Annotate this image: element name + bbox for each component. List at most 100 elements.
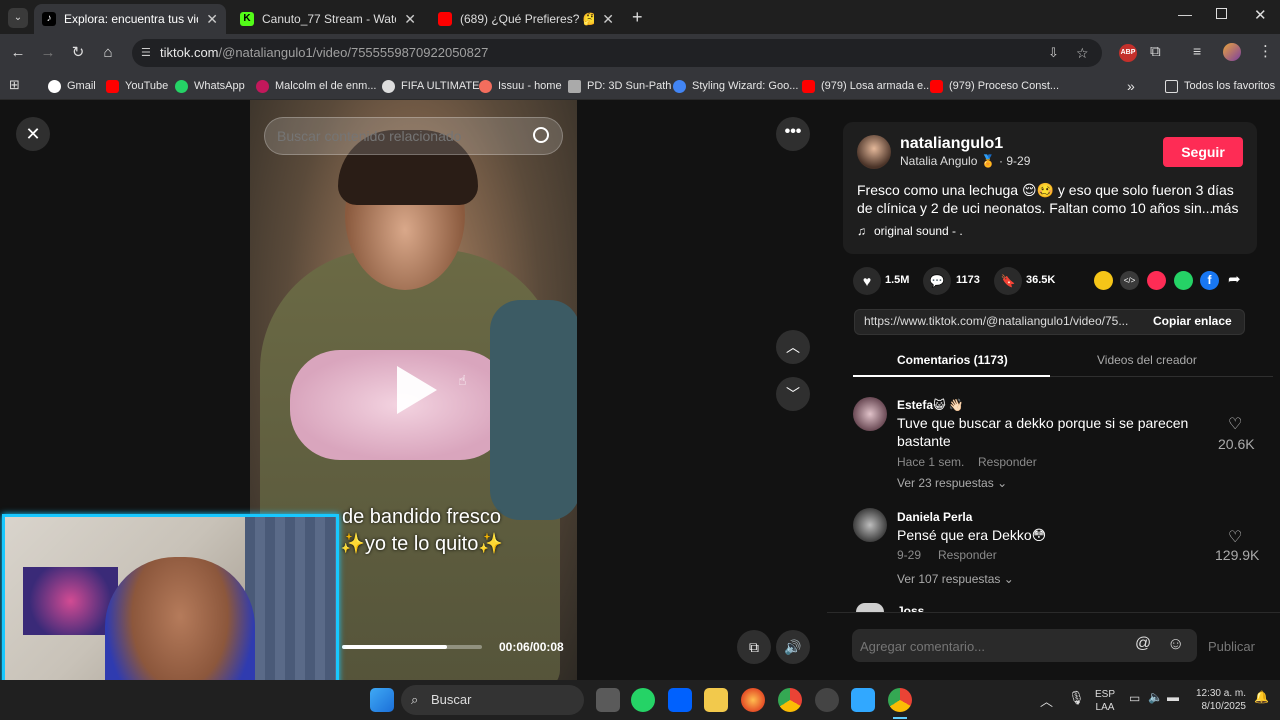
chrome-active-icon[interactable] <box>888 688 912 712</box>
comment-avatar[interactable] <box>853 508 887 542</box>
bookmark-malcolm[interactable]: Malcolm el de enm... <box>256 77 376 95</box>
search-icon[interactable] <box>533 127 549 143</box>
file-explorer-icon[interactable] <box>704 688 728 712</box>
firefox-icon[interactable] <box>741 688 765 712</box>
all-favorites[interactable]: Todos los favoritos <box>1165 77 1275 95</box>
reply-button[interactable]: Responder <box>938 548 997 562</box>
progress-track[interactable] <box>342 645 482 649</box>
bookmark-fifa[interactable]: FIFA ULTIMATE <box>382 77 479 95</box>
more-link[interactable]: más <box>1212 200 1238 216</box>
comment-like-icon[interactable]: ♡ <box>1228 527 1242 547</box>
bookmark-whatsapp[interactable]: WhatsApp <box>175 77 245 95</box>
next-video-button[interactable]: ﹀ <box>776 377 810 411</box>
media-icon[interactable]: ≡ <box>1193 43 1201 59</box>
notification-icon[interactable]: 🔔 <box>1254 690 1269 704</box>
reload-button[interactable]: ↻ <box>68 43 88 63</box>
comment-input[interactable] <box>860 636 1120 656</box>
whatsapp-app-icon[interactable] <box>631 688 655 712</box>
bookmark-youtube[interactable]: YouTube <box>106 77 168 95</box>
emoji-icon[interactable]: ☺ <box>1167 634 1184 654</box>
author-handle[interactable]: nataliangulo1 <box>900 135 1003 153</box>
pip-button[interactable]: ⧉ <box>737 630 771 664</box>
close-icon[interactable]: ✕ <box>404 11 416 28</box>
install-icon[interactable]: ⇩ <box>1048 39 1059 67</box>
chrome-icon[interactable] <box>778 688 802 712</box>
avatar[interactable] <box>857 135 891 169</box>
follow-button[interactable]: Seguir <box>1163 137 1243 167</box>
network-icon[interactable]: ▭ <box>1129 691 1140 705</box>
share-icon[interactable]: ➦ <box>1228 270 1241 288</box>
comment-button[interactable]: 💬 <box>923 267 951 295</box>
close-video-button[interactable]: ✕ <box>16 117 50 151</box>
comment-input-box[interactable]: @ ☺ <box>852 629 1197 662</box>
like-button[interactable]: ♥ <box>853 267 881 295</box>
tab-creator-videos[interactable]: Videos del creador <box>1097 353 1197 367</box>
tab-tiktok[interactable]: ♪ Explora: encuentra tus videos fa ✕ <box>34 4 226 34</box>
bookmark-issuu[interactable]: Issuu - home <box>479 77 562 95</box>
tab-youtube[interactable]: (689) ¿Qué Prefieres? 🤔👀 Sit ✕ <box>430 4 622 34</box>
comment-author[interactable]: Estefa😺 👋🏻 <box>897 398 964 412</box>
search-input[interactable] <box>277 126 517 146</box>
comment-author[interactable]: Joss <box>897 604 924 612</box>
clock[interactable]: 12:30 a. m. 8/10/2025 <box>1192 687 1246 713</box>
comment-author[interactable]: Daniela Perla <box>897 510 972 524</box>
back-button[interactable]: ← <box>8 43 28 63</box>
tab-comments[interactable]: Comentarios (1173) <box>897 353 1008 367</box>
bookmark-proceso[interactable]: (979) Proceso Const... <box>930 77 1059 95</box>
apps-icon[interactable]: ⊞ <box>9 77 20 93</box>
volume-button[interactable]: 🔊 <box>776 630 810 664</box>
prev-video-button[interactable]: ︿ <box>776 330 810 364</box>
task-view-icon[interactable] <box>596 688 620 712</box>
new-tab-button[interactable]: + <box>632 7 643 28</box>
close-window-button[interactable]: ✕ <box>1254 6 1267 24</box>
forward-button[interactable]: → <box>38 43 58 63</box>
profile-avatar[interactable] <box>1223 43 1241 61</box>
close-icon[interactable]: ✕ <box>602 11 614 28</box>
embed-icon[interactable]: </> <box>1120 271 1139 290</box>
whatsapp-share-icon[interactable] <box>1174 271 1193 290</box>
restore-button[interactable] <box>1216 8 1227 19</box>
language-indicator[interactable]: ESP LAA <box>1095 688 1115 714</box>
battery-icon[interactable]: ▬ <box>1167 690 1179 704</box>
coin-icon[interactable] <box>1094 271 1113 290</box>
view-replies[interactable]: Ver 23 respuestas ⌄ <box>897 476 1007 490</box>
tab-kick[interactable]: K Canuto_77 Stream - Watch Live ✕ <box>232 4 424 34</box>
comment-like-icon[interactable]: ♡ <box>1228 414 1242 434</box>
bookmark-button[interactable]: 🔖 <box>994 267 1022 295</box>
adblock-icon[interactable]: ABP <box>1119 44 1137 62</box>
reply-button[interactable]: Responder <box>978 455 1037 469</box>
send-icon[interactable] <box>1147 271 1166 290</box>
comment-avatar[interactable] <box>856 603 884 612</box>
photoshop-icon[interactable] <box>851 688 875 712</box>
mention-icon[interactable]: @ <box>1135 635 1151 653</box>
tab-search-button[interactable]: ⌄ <box>8 8 28 28</box>
volume-icon[interactable]: 🔈 <box>1148 690 1163 704</box>
bookmark-styling-wizard[interactable]: Styling Wizard: Goo... <box>673 77 798 95</box>
site-info-icon[interactable]: ☰ <box>141 39 151 67</box>
minimize-button[interactable]: — <box>1178 6 1192 22</box>
close-icon[interactable]: ✕ <box>206 11 218 28</box>
star-icon[interactable]: ☆ <box>1076 39 1089 67</box>
bookmark-gmail[interactable]: Gmail <box>48 77 96 95</box>
copy-link-button[interactable]: Copiar enlace <box>1153 314 1232 328</box>
more-options-button[interactable]: ••• <box>776 117 810 151</box>
address-bar[interactable]: ☰ tiktok.com/@nataliangulo1/video/755555… <box>132 39 1102 67</box>
bookmark-losa[interactable]: (979) Losa armada e... <box>802 77 932 95</box>
home-button[interactable]: ⌂ <box>98 43 118 63</box>
search-bar[interactable] <box>264 117 563 155</box>
obs-icon[interactable] <box>815 688 839 712</box>
bookmark-sunpath[interactable]: PD: 3D Sun-Path <box>568 77 671 95</box>
play-icon[interactable] <box>397 366 437 414</box>
publish-button[interactable]: Publicar <box>1208 639 1255 654</box>
view-replies[interactable]: Ver 107 respuestas ⌄ <box>897 572 1014 586</box>
taskbar-search[interactable]: ⌕ Buscar <box>401 685 584 715</box>
dropbox-icon[interactable] <box>668 688 692 712</box>
microphone-icon[interactable]: 🎙 <box>1068 690 1085 706</box>
sound-row[interactable]: ♫ original sound - . <box>857 224 963 238</box>
menu-icon[interactable]: ⋮ <box>1258 42 1273 60</box>
facebook-share-icon[interactable]: f <box>1200 271 1219 290</box>
bookmarks-overflow[interactable]: » <box>1127 77 1135 95</box>
comment-avatar[interactable] <box>853 397 887 431</box>
extensions-icon[interactable]: ⧉ <box>1150 43 1161 60</box>
windows-start-icon[interactable] <box>370 688 394 712</box>
